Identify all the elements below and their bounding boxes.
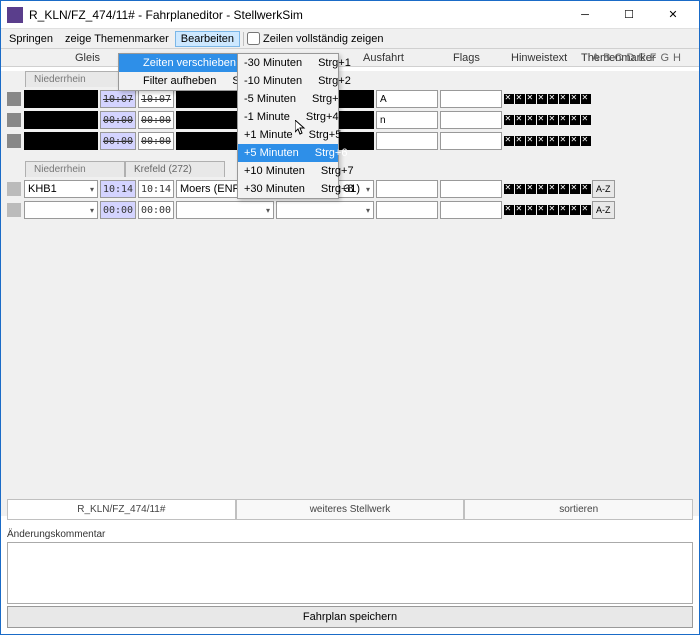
hint-cell[interactable]	[440, 201, 502, 219]
marker-cells[interactable]	[503, 136, 591, 146]
chevron-down-icon: ▾	[90, 206, 94, 215]
bottom-tabs: R_KLN/FZ_474/11# weiteres Stellwerk sort…	[7, 499, 693, 520]
col-gleis: Gleis	[75, 52, 100, 64]
hint-cell[interactable]	[440, 111, 502, 129]
comment-section: Änderungskommentar	[7, 529, 693, 604]
row-selector[interactable]	[7, 203, 21, 217]
combo1[interactable]: ▾	[176, 201, 274, 219]
time2-cell[interactable]: 10:14	[138, 180, 174, 198]
col-ausfahrt: Ausfahrt	[363, 52, 404, 64]
window-title: R_KLN/FZ_474/11# - Fahrplaneditor - Stel…	[29, 8, 563, 22]
tab-current[interactable]: R_KLN/FZ_474/11#	[7, 500, 236, 520]
flag-cell[interactable]	[376, 201, 438, 219]
submenu-item[interactable]: -5 MinutenStrg+3	[238, 90, 338, 108]
gleis-combo[interactable]: ▾	[24, 201, 98, 219]
submenu-item[interactable]: -10 MinutenStrg+2	[238, 72, 338, 90]
save-button[interactable]: Fahrplan speichern	[7, 606, 693, 628]
row-selector[interactable]	[7, 134, 21, 148]
section2-tabs: Niederrhein Krefeld (272)	[25, 161, 699, 177]
chevron-down-icon: ▾	[366, 206, 370, 215]
submenu-item[interactable]: -30 MinutenStrg+1	[238, 54, 338, 72]
chevron-down-icon: ▾	[366, 185, 370, 194]
gleis-cell[interactable]	[24, 90, 98, 108]
gleis-combo[interactable]: KHB1▾	[24, 180, 98, 198]
row-selector[interactable]	[7, 92, 21, 106]
time1-cell[interactable]: 00:00	[100, 111, 136, 129]
az-button[interactable]: A-Z	[592, 201, 615, 219]
menu-bearbeiten[interactable]: Bearbeiten	[175, 31, 240, 47]
flag-cell[interactable]	[376, 180, 438, 198]
flag-cell[interactable]: n	[376, 111, 438, 129]
time1-cell[interactable]: 10:14	[100, 180, 136, 198]
hint-cell[interactable]	[440, 90, 502, 108]
gleis-cell[interactable]	[24, 111, 98, 129]
az-button[interactable]: A-Z	[592, 180, 615, 198]
minimize-button[interactable]: ─	[563, 1, 607, 29]
time1-cell[interactable]: 00:00	[100, 201, 136, 219]
close-button[interactable]: ✕	[651, 1, 695, 29]
tab-niederrhein-2[interactable]: Niederrhein	[25, 161, 125, 177]
menu-springen[interactable]: Springen	[3, 31, 59, 47]
combo2[interactable]: ▾	[276, 201, 374, 219]
tab-niederrhein-1[interactable]: Niederrhein	[25, 71, 125, 87]
app-icon	[7, 7, 23, 23]
tab-krefeld[interactable]: Krefeld (272)	[125, 161, 225, 177]
menu-themenmarker[interactable]: zeige Themenmarker	[59, 31, 175, 47]
tab-sort[interactable]: sortieren	[464, 500, 693, 520]
submenu-item[interactable]: +10 MinutenStrg+7	[238, 162, 338, 180]
time2-cell[interactable]: 10:07	[138, 90, 174, 108]
table-row: 00:00 00:00 n	[7, 110, 693, 130]
time1-cell[interactable]: 00:00	[100, 132, 136, 150]
time2-cell[interactable]: 00:00	[138, 201, 174, 219]
row-selector[interactable]	[7, 182, 21, 196]
flag-cell[interactable]	[376, 132, 438, 150]
table-row: 10:07 10:07 A	[7, 89, 693, 109]
col-hinweistext: Hinweistext	[511, 52, 567, 64]
gleis-cell[interactable]	[24, 132, 98, 150]
comment-textarea[interactable]	[7, 542, 693, 604]
time2-cell[interactable]: 00:00	[138, 132, 174, 150]
hint-cell[interactable]	[440, 180, 502, 198]
menu-separator	[243, 32, 244, 46]
flag-cell[interactable]: A	[376, 90, 438, 108]
titlebar: R_KLN/FZ_474/11# - Fahrplaneditor - Stel…	[1, 1, 699, 29]
row-selector[interactable]	[7, 113, 21, 127]
checkbox-label: Zeilen vollständig zeigen	[263, 33, 383, 45]
table-row: ▾ 00:00 00:00 ▾ ▾ A-Z	[7, 200, 693, 220]
marker-cells[interactable]	[503, 205, 591, 215]
time2-cell[interactable]: 00:00	[138, 111, 174, 129]
menubar: Springen zeige Themenmarker Bearbeiten Z…	[1, 29, 699, 49]
time1-cell[interactable]: 10:07	[100, 90, 136, 108]
marker-letters: ABCDEFGH	[592, 52, 681, 64]
col-flags: Flags	[453, 52, 480, 64]
hint-cell[interactable]	[440, 132, 502, 150]
shift-submenu: -30 MinutenStrg+1 -10 MinutenStrg+2 -5 M…	[237, 53, 339, 199]
menu-shift-times[interactable]: Zeiten verschieben▸	[119, 54, 237, 72]
chevron-down-icon: ▾	[266, 206, 270, 215]
submenu-item-hover[interactable]: +5 MinutenStrg+6	[238, 144, 338, 162]
table-row: 00:00 00:00	[7, 131, 693, 151]
content-area: Niederrhein Moers (407) 10:07 10:07 A 00…	[1, 71, 699, 516]
edit-dropdown: Zeiten verschieben▸ Filter aufhebenStrg+…	[118, 53, 238, 91]
submenu-item[interactable]: -1 MinuteStrg+4	[238, 108, 338, 126]
tab-other-stellwerk[interactable]: weiteres Stellwerk	[236, 500, 465, 520]
marker-cells[interactable]	[503, 115, 591, 125]
comment-label: Änderungskommentar	[7, 529, 693, 540]
checkbox-full-rows[interactable]: Zeilen vollständig zeigen	[247, 32, 383, 45]
chevron-down-icon: ▾	[90, 185, 94, 194]
submenu-item[interactable]: +1 MinuteStrg+5	[238, 126, 338, 144]
marker-cells[interactable]	[503, 94, 591, 104]
section1-grid: 10:07 10:07 A 00:00 00:00 n 00:00 00:00	[7, 89, 693, 151]
checkbox-input[interactable]	[247, 32, 260, 45]
menu-clear-filter[interactable]: Filter aufhebenStrg+D	[119, 72, 237, 90]
maximize-button[interactable]: ☐	[607, 1, 651, 29]
marker-cells[interactable]	[503, 184, 591, 194]
submenu-item[interactable]: +30 MinutenStrg+8	[238, 180, 338, 198]
